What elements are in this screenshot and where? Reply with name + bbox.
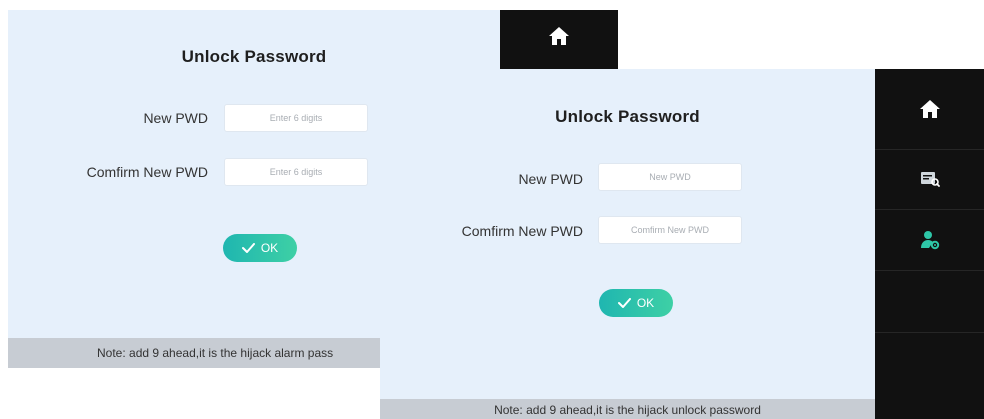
ok-button-label: OK xyxy=(260,241,279,255)
confirm-pwd-label: Comfirm New PWD xyxy=(86,164,208,180)
sidebar-item-empty xyxy=(875,270,984,333)
page-title: Unlock Password xyxy=(181,47,327,66)
sidebar-item-home[interactable] xyxy=(875,69,984,150)
sidebar xyxy=(875,69,984,419)
confirm-pwd-input[interactable] xyxy=(598,216,742,244)
check-icon xyxy=(617,298,631,308)
confirm-pwd-label: Comfirm New PWD xyxy=(461,223,583,239)
record-search-icon xyxy=(920,172,940,187)
ok-button-label: OK xyxy=(636,296,655,310)
back-sidebar xyxy=(500,10,618,69)
sidebar-item-home[interactable] xyxy=(500,26,618,69)
front-screen-panel: Unlock Password New PWD Comfirm New PWD … xyxy=(380,69,875,419)
new-pwd-input[interactable] xyxy=(598,163,742,191)
new-pwd-label: New PWD xyxy=(518,171,583,187)
ok-button[interactable]: OK xyxy=(599,289,673,317)
confirm-pwd-input[interactable] xyxy=(224,158,368,186)
sidebar-item-records[interactable] xyxy=(875,149,984,210)
sidebar-item-user-settings[interactable] xyxy=(875,209,984,271)
user-settings-icon xyxy=(920,230,939,249)
ok-button[interactable]: OK xyxy=(223,234,297,262)
home-icon xyxy=(919,100,940,118)
hijack-note: Note: add 9 ahead,it is the hijack unloc… xyxy=(380,399,875,419)
check-icon xyxy=(241,243,255,253)
home-icon xyxy=(549,27,569,45)
new-pwd-input[interactable] xyxy=(224,104,368,132)
page-title: Unlock Password xyxy=(555,107,700,126)
new-pwd-label: New PWD xyxy=(143,110,208,126)
